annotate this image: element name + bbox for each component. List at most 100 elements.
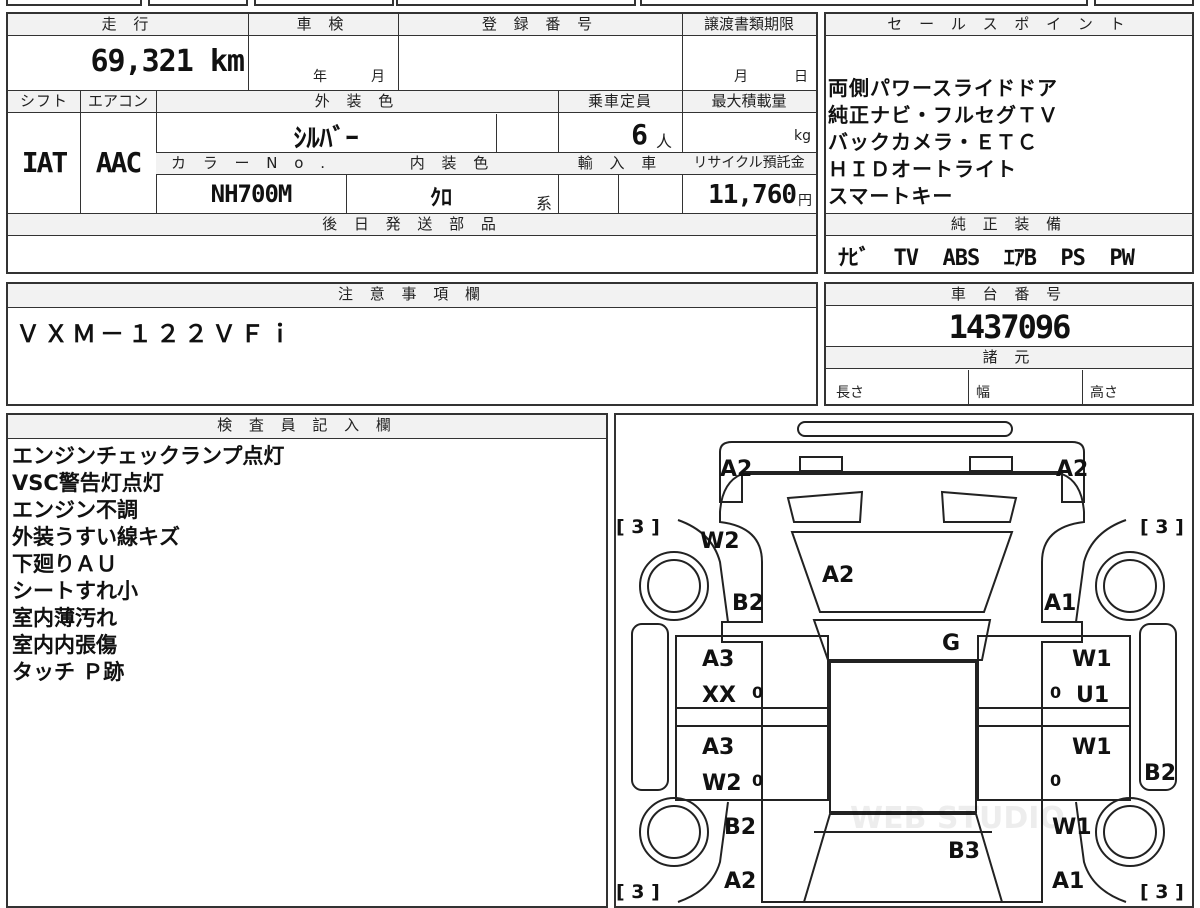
- damage-code: B2: [724, 815, 756, 840]
- damage-code: B2: [732, 591, 764, 616]
- car-diagram: [ 3 ] [ 3 ] [ 3 ] [ 3 ] A2 A2 W2 B2 A2 A…: [616, 421, 1184, 903]
- inspector-list: エンジンチェックランプ点灯 VSC警告灯点灯 エンジン不調 外装うすい線キズ 下…: [12, 443, 284, 686]
- recycle-value: 11,760: [708, 180, 797, 210]
- door-mark: 0: [1050, 771, 1061, 790]
- watermark: WEB STUDIO: [850, 801, 1065, 836]
- later-parts-label: 後 日 発 送 部 品: [8, 214, 816, 236]
- damage-code: XX: [702, 683, 736, 708]
- equipment-label: 純 正 装 備: [826, 214, 1192, 236]
- damage-code: W1: [1072, 647, 1112, 672]
- inspection-label: 車 検: [248, 14, 398, 36]
- capacity-unit: 人: [656, 132, 673, 151]
- mileage-value: 69,321 km: [90, 44, 245, 79]
- max-load-label: 最大積載量: [682, 91, 816, 113]
- inspector-item: 下廻りＡＵ: [12, 552, 117, 576]
- damage-code: U1: [1076, 683, 1109, 708]
- inspector-item: エンジン不調: [12, 498, 138, 522]
- damage-code: A3: [702, 735, 734, 760]
- inspection-month: 月: [371, 69, 385, 85]
- sales-points-label: セ ー ル ス ポ イ ン ト: [826, 14, 1192, 36]
- sales-point-item: バックカメラ・ＥＴＣ: [828, 130, 1038, 154]
- recycle-label: リサイクル預託金: [682, 153, 816, 175]
- inspector-item: タッチ Ｐ跡: [12, 660, 125, 684]
- damage-diagram-panel: [ 3 ] [ 3 ] [ 3 ] [ 3 ] A2 A2 W2 B2 A2 A…: [614, 413, 1194, 908]
- damage-code: A3: [702, 647, 734, 672]
- aircon-label: エアコン: [80, 91, 156, 113]
- damage-code: G: [942, 631, 960, 656]
- door-mark: 0: [752, 683, 763, 702]
- inspector-item: 室内薄汚れ: [12, 606, 117, 630]
- sales-points-list: 両側パワースライドドア 純正ナビ・フルセグＴＶ バックカメラ・ＥＴＣ ＨＩＤオー…: [828, 75, 1059, 210]
- damage-code: A1: [1044, 591, 1076, 616]
- tire-label: [ 3 ]: [616, 516, 660, 538]
- inspector-panel: 検 査 員 記 入 欄 エンジンチェックランプ点灯 VSC警告灯点灯 エンジン不…: [6, 413, 608, 908]
- damage-code: B3: [948, 839, 980, 864]
- aircon-value: AAC: [95, 146, 143, 179]
- transfer-month: 月: [734, 69, 748, 85]
- height-label: 高さ: [1090, 385, 1118, 401]
- interior-color-value: ｸﾛ: [429, 186, 452, 211]
- inspection-year: 年: [313, 69, 327, 85]
- reg-number-label: 登 録 番 号: [398, 14, 682, 36]
- color-no-label: カ ラ ー N o .: [156, 153, 346, 175]
- tire-rear-left: [639, 797, 709, 867]
- notes-panel: 注 意 事 項 欄 ＶＸＭ－１２２ＶＦｉ: [6, 282, 818, 406]
- tire-label: [ 3 ]: [1140, 516, 1184, 538]
- capacity-value: 6: [631, 118, 648, 151]
- max-load-unit: kg: [794, 128, 811, 144]
- import-label: 輸 入 車: [558, 153, 682, 175]
- inspector-item: VSC警告灯点灯: [12, 471, 164, 495]
- sales-point-item: ＨＩＤオートライト: [828, 157, 1017, 181]
- specs-label: 諸 元: [826, 347, 1192, 369]
- damage-code: A2: [1056, 457, 1088, 482]
- mileage-label: 走 行: [8, 14, 248, 36]
- equipment-value: ﾅﾋﾞ TV ABS ｴｱB PS PW: [838, 246, 1135, 271]
- shift-value: IAT: [21, 146, 69, 179]
- recycle-unit: 円: [798, 193, 812, 209]
- chassis-label: 車 台 番 号: [826, 284, 1192, 306]
- color-no-value: NH700M: [210, 180, 293, 208]
- transfer-day: 日: [794, 69, 808, 85]
- exterior-color-label: 外 装 色: [156, 91, 558, 113]
- damage-code: A2: [720, 457, 752, 482]
- damage-code: A2: [724, 869, 756, 894]
- capacity-label: 乗車定員: [558, 91, 682, 113]
- inspector-item: 室内内張傷: [12, 633, 117, 657]
- damage-code: A2: [822, 563, 854, 588]
- roof-outline: [829, 661, 977, 813]
- door-mark: 0: [752, 771, 763, 790]
- chassis-panel: 車 台 番 号 1437096 諸 元 長さ 幅 高さ: [824, 282, 1194, 406]
- inspector-item: シートすれ小: [12, 579, 138, 603]
- front-bumper-outline: [719, 441, 1085, 503]
- interior-color-label: 内 装 色: [346, 153, 558, 175]
- damage-code: B2: [1144, 761, 1176, 786]
- front-bumper-grill: [797, 421, 1013, 437]
- sales-point-item: 両側パワースライドドア: [828, 76, 1058, 100]
- chassis-value: 1437096: [948, 308, 1072, 346]
- inspector-item: 外装うすい線キズ: [12, 525, 180, 549]
- damage-code: W2: [702, 771, 742, 796]
- tire-rear-right: [1095, 797, 1165, 867]
- inspector-label: 検 査 員 記 入 欄: [8, 415, 606, 439]
- sales-point-item: 純正ナビ・フルセグＴＶ: [828, 103, 1059, 127]
- windshield-outline: [812, 619, 992, 661]
- notes-value: ＶＸＭ－１２２ＶＦｉ: [16, 320, 296, 348]
- top-strip: [0, 0, 1200, 8]
- sales-points-panel: セ ー ル ス ポ イ ン ト 両側パワースライドドア 純正ナビ・フルセグＴＶ …: [824, 12, 1194, 274]
- body-outline: [719, 473, 1085, 903]
- inspector-item: エンジンチェックランプ点灯: [12, 444, 285, 468]
- shift-label: シフト: [8, 91, 80, 113]
- exterior-color-value: ｼﾙﾊﾞｰ: [293, 124, 359, 154]
- vehicle-info-table: 走 行 車 検 登 録 番 号 譲渡書類期限 69,321 km 年 月 月 日…: [6, 12, 818, 274]
- damage-code: W1: [1072, 735, 1112, 760]
- damage-code: A1: [1052, 869, 1084, 894]
- notes-label: 注 意 事 項 欄: [8, 284, 816, 308]
- width-label: 幅: [976, 385, 990, 401]
- interior-color-suffix: 系: [536, 194, 553, 213]
- door-mark: 0: [1050, 683, 1061, 702]
- transfer-deadline-label: 譲渡書類期限: [682, 14, 816, 36]
- tire-front-left: [639, 551, 709, 621]
- length-label: 長さ: [836, 385, 864, 401]
- tire-front-right: [1095, 551, 1165, 621]
- sales-point-item: スマートキー: [828, 184, 954, 208]
